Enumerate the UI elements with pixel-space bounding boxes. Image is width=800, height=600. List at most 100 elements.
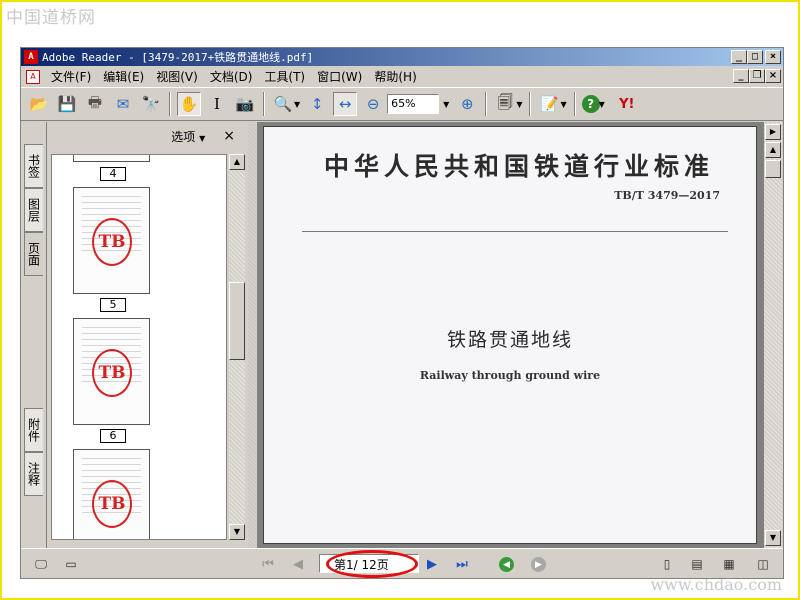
fit-width-icon[interactable]: ↔ [333, 92, 358, 116]
snapshot-icon[interactable]: 📷 [233, 92, 257, 116]
previous-page-icon[interactable]: ◀ [289, 555, 307, 573]
doc-close-button[interactable]: × [765, 69, 781, 83]
help-dropdown-icon[interactable]: ▼ [599, 100, 605, 109]
menu-edit[interactable]: 编辑(E) [97, 68, 150, 85]
zoom-tool-dropdown-icon[interactable]: ▼ [294, 100, 300, 109]
close-button[interactable]: × [765, 50, 781, 64]
last-page-icon[interactable]: ⏭ [453, 555, 471, 573]
tab-bookmarks[interactable]: 书签 [24, 144, 43, 188]
facing-icon[interactable]: ◫ [755, 556, 771, 572]
panel-splitter[interactable] [248, 122, 256, 548]
open-icon[interactable]: 📂 [27, 92, 51, 116]
scroll-up-icon[interactable]: ▲ [229, 154, 245, 170]
document-title-cn: 铁路贯通地线 [446, 329, 573, 351]
single-page-icon[interactable]: ▯ [659, 556, 675, 572]
doc-minimize-button[interactable]: _ [733, 69, 749, 83]
fit-height-icon[interactable]: ↕ [305, 92, 329, 116]
document-title-en: Railway through ground wire [419, 369, 601, 382]
menu-file[interactable]: 文件(F) [45, 68, 97, 85]
page-thumbnail-label: 5 [100, 298, 126, 312]
reader-window: A Adobe Reader - [3479-2017+铁路贯通地线.pdf] … [20, 47, 784, 579]
minimize-button[interactable]: _ [731, 50, 747, 64]
menu-tools[interactable]: 工具(T) [258, 68, 311, 85]
page-setup-icon[interactable]: ▭ [63, 556, 79, 572]
tab-comments[interactable]: 注释 [24, 452, 43, 496]
status-bar: 🖵 ▭ ⏮ ◀ 第1/ 12页 ▶ ⏭ ◀ ▶ ▯ ▤ ▦ ◫ [21, 548, 783, 578]
toolbar: 📂 💾 🖶 ✉ 🔭 ✋ I 📷 🔍 ▼ ↕ ↔ ⊖ 65% ▼ ⊕ 🗐 ▼ 📝 … [21, 87, 783, 121]
page-thumbnail[interactable]: TB [73, 187, 150, 294]
standard-code: TB/T 3479—2017 [614, 189, 720, 202]
zoom-in-icon[interactable]: 🔍 [271, 92, 295, 116]
side-tabs: 书签 图层 页面 附件 注释 [21, 122, 45, 548]
tab-attachments[interactable]: 附件 [24, 408, 43, 452]
go-forward-icon[interactable]: ▶ [531, 557, 546, 572]
page-number-input[interactable]: 第1/ 12页 [319, 554, 419, 573]
page-thumbnail[interactable]: TB [73, 449, 150, 539]
yahoo-icon[interactable]: Y! [610, 92, 644, 116]
chevron-right-icon[interactable]: ▶ [765, 124, 781, 140]
title-bar[interactable]: A Adobe Reader - [3479-2017+铁路贯通地线.pdf] … [21, 48, 783, 66]
page-thumbnail-label: 4 [100, 167, 126, 181]
document-scrollbar[interactable]: ▶ ▲ ▼ [764, 122, 782, 548]
save-icon[interactable]: 💾 [55, 92, 79, 116]
zoom-out-minus-icon[interactable]: ⊖ [361, 92, 385, 116]
go-back-icon[interactable]: ◀ [499, 557, 514, 572]
print-icon[interactable]: 🖶 [83, 92, 107, 116]
pages-panel: 选项 ▼ × 4 TB 5 TB 6 TB ▲ ▼ [46, 122, 247, 548]
menu-window[interactable]: 窗口(W) [311, 68, 368, 85]
stamp-icon: TB [92, 480, 132, 528]
page-thumbnail[interactable]: TB [73, 318, 150, 425]
search-icon[interactable]: 🔭 [139, 92, 163, 116]
page-thumbnail[interactable] [73, 155, 150, 162]
edit-dropdown-icon[interactable]: ▼ [560, 100, 566, 109]
scroll-down-icon[interactable]: ▼ [765, 530, 781, 546]
document-menu-icon[interactable]: A [26, 69, 40, 84]
panel-close-icon[interactable]: × [223, 128, 235, 144]
scroll-thumb[interactable] [229, 282, 245, 360]
tab-layers[interactable]: 图层 [24, 188, 43, 232]
pages-icon[interactable]: 🗐 [493, 92, 517, 116]
stamp-icon: TB [92, 349, 132, 397]
toolbar-separator [263, 92, 265, 116]
pdf-page[interactable]: 中华人民共和国铁道行业标准 TB/T 3479—2017 铁路贯通地线 Rail… [263, 126, 757, 544]
thumbnail-list[interactable]: 4 TB 5 TB 6 TB [51, 154, 227, 540]
scroll-thumb[interactable] [765, 160, 781, 178]
zoom-input[interactable]: 65% [387, 94, 440, 114]
toolbar-separator [529, 92, 532, 116]
help-icon[interactable]: ? [581, 95, 600, 113]
window-controls: _ □ × [731, 50, 781, 64]
scroll-up-icon[interactable]: ▲ [765, 142, 781, 158]
stamp-icon: TB [92, 218, 132, 266]
monitor-icon[interactable]: 🖵 [33, 556, 49, 572]
doc-restore-button[interactable]: ❐ [749, 69, 765, 83]
site-logo: 中国道桥网 [6, 8, 96, 28]
menu-view[interactable]: 视图(V) [150, 68, 204, 85]
page-thumbnail-label: 6 [100, 429, 126, 443]
document-viewport[interactable]: 中华人民共和国铁道行业标准 TB/T 3479—2017 铁路贯通地线 Rail… [257, 122, 764, 548]
next-page-icon[interactable]: ▶ [423, 555, 441, 573]
menu-bar: A 文件(F) 编辑(E) 视图(V) 文档(D) 工具(T) 窗口(W) 帮助… [21, 67, 783, 86]
pages-dropdown-icon[interactable]: ▼ [516, 100, 522, 109]
window-title: Adobe Reader - [3479-2017+铁路贯通地线.pdf] [42, 51, 314, 64]
maximize-button[interactable]: □ [747, 50, 763, 64]
chevron-down-icon: ▼ [199, 133, 206, 143]
select-text-icon[interactable]: I [205, 92, 229, 116]
menu-document[interactable]: 文档(D) [204, 68, 259, 85]
continuous-icon[interactable]: ▤ [689, 556, 705, 572]
first-page-icon[interactable]: ⏮ [259, 555, 277, 573]
options-menu[interactable]: 选项 ▼ [171, 128, 205, 145]
options-label: 选项 [171, 129, 196, 144]
menu-help[interactable]: 帮助(H) [368, 68, 422, 85]
scroll-down-icon[interactable]: ▼ [229, 524, 245, 540]
toolbar-separator [573, 92, 576, 116]
email-icon[interactable]: ✉ [111, 92, 135, 116]
hand-tool-icon[interactable]: ✋ [177, 92, 201, 116]
facing-continuous-icon[interactable]: ▦ [721, 556, 737, 572]
toolbar-separator [485, 92, 488, 116]
zoom-dropdown-icon[interactable]: ▼ [443, 100, 449, 109]
tab-pages[interactable]: 页面 [24, 232, 43, 276]
edit-icon[interactable]: 📝 [537, 92, 561, 116]
thumbnail-scrollbar[interactable]: ▲ ▼ [229, 154, 245, 540]
zoom-in-plus-icon[interactable]: ⊕ [455, 92, 479, 116]
panel-header: 选项 ▼ × [47, 122, 247, 150]
